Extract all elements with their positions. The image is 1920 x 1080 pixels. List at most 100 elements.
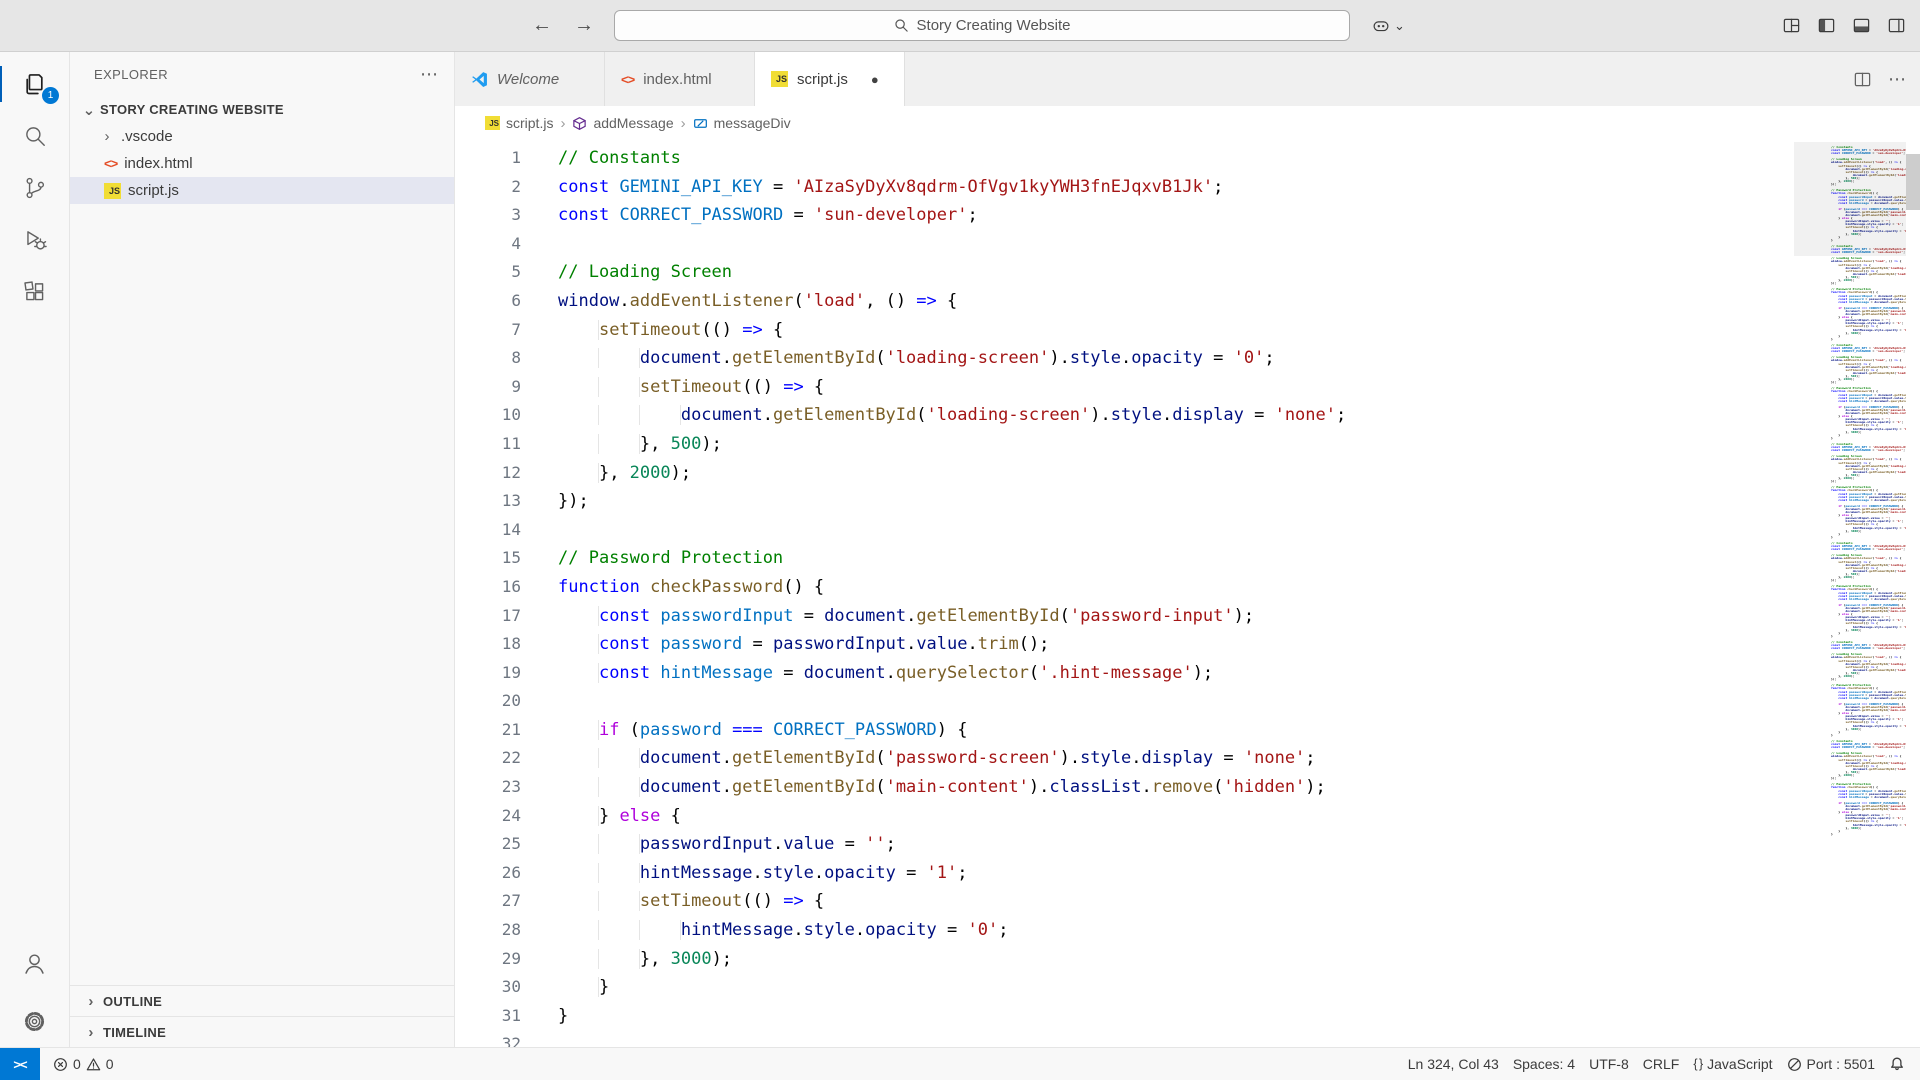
line-number: 14 <box>455 516 521 545</box>
tree-item-vscode-folder[interactable]: › .vscode <box>70 123 454 150</box>
explorer-actions-icon[interactable]: ⋯ <box>420 64 438 85</box>
scrollbar-thumb[interactable] <box>1906 154 1920 210</box>
chevron-right-icon: › <box>100 128 114 145</box>
code-line[interactable]: 23 document.getElementById('main-content… <box>455 773 1790 802</box>
code-line[interactable]: 25 passwordInput.value = ''; <box>455 830 1790 859</box>
tab-script-js[interactable]: JS script.js ● <box>755 52 905 106</box>
code-line[interactable]: 16function checkPassword() { <box>455 573 1790 602</box>
copilot-menu[interactable]: ⌄ <box>1370 15 1405 37</box>
code-line[interactable]: 1// Constants <box>455 144 1790 173</box>
breadcrumb-file[interactable]: JS script.js <box>485 115 553 131</box>
code-line[interactable]: 7 setTimeout(() => { <box>455 316 1790 345</box>
code-line[interactable]: 32 <box>455 1030 1790 1047</box>
toggle-secondary-sidebar-icon[interactable] <box>1887 16 1906 35</box>
code-line[interactable]: 17 const passwordInput = document.getEle… <box>455 602 1790 631</box>
code-line[interactable]: 26 hintMessage.style.opacity = '1'; <box>455 859 1790 888</box>
minimap-slider[interactable] <box>1794 142 1906 256</box>
code-line[interactable]: 20 <box>455 687 1790 716</box>
activity-run-debug[interactable] <box>0 214 69 266</box>
line-number: 23 <box>455 773 521 802</box>
activity-source-control[interactable] <box>0 162 69 214</box>
language-indicator[interactable]: { } JavaScript <box>1686 1048 1779 1080</box>
code-line[interactable]: 15// Password Protection <box>455 544 1790 573</box>
project-root-row[interactable]: ⌄ STORY CREATING WEBSITE <box>70 96 454 123</box>
more-actions-icon[interactable]: ⋯ <box>1888 69 1906 90</box>
line-number: 7 <box>455 316 521 345</box>
encoding-indicator[interactable]: UTF-8 <box>1582 1048 1636 1080</box>
code-line[interactable]: 6window.addEventListener('load', () => { <box>455 287 1790 316</box>
tab-welcome[interactable]: Welcome <box>455 52 605 106</box>
activity-search[interactable] <box>0 110 69 162</box>
code-line[interactable]: 11 }, 500); <box>455 430 1790 459</box>
indentation-indicator[interactable]: Spaces: 4 <box>1506 1048 1582 1080</box>
title-bar: ← → Story Creating Website ⌄ <box>0 0 1920 52</box>
outline-label: OUTLINE <box>103 994 162 1009</box>
code-line[interactable]: 31} <box>455 1002 1790 1031</box>
gear-icon <box>21 1008 48 1035</box>
code-line[interactable]: 10 document.getElementById('loading-scre… <box>455 401 1790 430</box>
js-file-icon: JS <box>104 183 121 199</box>
forward-icon[interactable]: → <box>570 14 598 37</box>
code-line[interactable]: 24 } else { <box>455 802 1790 831</box>
remote-indicator[interactable]: >< <box>0 1048 40 1080</box>
split-editor-icon[interactable] <box>1853 70 1872 89</box>
code-line[interactable]: 2const GEMINI_API_KEY = 'AIzaSyDyXv8qdrm… <box>455 173 1790 202</box>
command-center-search[interactable]: Story Creating Website <box>614 10 1350 41</box>
code-line[interactable]: 18 const password = passwordInput.value.… <box>455 630 1790 659</box>
back-icon[interactable]: ← <box>528 14 556 37</box>
code-line[interactable]: 30 } <box>455 973 1790 1002</box>
line-number: 12 <box>455 459 521 488</box>
activity-extensions[interactable] <box>0 266 69 318</box>
code-line[interactable]: 21 if (password === CORRECT_PASSWORD) { <box>455 716 1790 745</box>
tab-index-html[interactable]: <> index.html <box>605 52 755 106</box>
code-line[interactable]: 22 document.getElementById('password-scr… <box>455 744 1790 773</box>
timeline-label: TIMELINE <box>103 1025 166 1040</box>
error-icon <box>53 1057 68 1072</box>
code-line[interactable]: 13}); <box>455 487 1790 516</box>
tree-item-script-js[interactable]: JS script.js <box>70 177 454 204</box>
breadcrumb-symbol-messageDiv[interactable]: messageDiv <box>693 115 791 131</box>
line-number: 18 <box>455 630 521 659</box>
code-line[interactable]: 14 <box>455 516 1790 545</box>
vertical-scrollbar[interactable] <box>1906 140 1920 1047</box>
code-area[interactable]: 1// Constants2const GEMINI_API_KEY = 'AI… <box>455 140 1790 1047</box>
warning-count: 0 <box>106 1056 114 1072</box>
chevron-right-icon: › <box>560 115 565 132</box>
code-line[interactable]: 12 }, 2000); <box>455 459 1790 488</box>
layout-controls <box>1782 16 1906 35</box>
code-line[interactable]: 8 document.getElementById('loading-scree… <box>455 344 1790 373</box>
cursor-position[interactable]: Ln 324, Col 43 <box>1401 1048 1506 1080</box>
code-line[interactable]: 9 setTimeout(() => { <box>455 373 1790 402</box>
code-line[interactable]: 27 setTimeout(() => { <box>455 887 1790 916</box>
outline-section[interactable]: › OUTLINE <box>70 985 454 1016</box>
line-number: 3 <box>455 201 521 230</box>
code-line[interactable]: 4 <box>455 230 1790 259</box>
tree-item-index-html[interactable]: <> index.html <box>70 150 454 177</box>
toggle-panel-icon[interactable] <box>1852 16 1871 35</box>
breadcrumb-symbol-addMessage[interactable]: addMessage <box>572 115 673 131</box>
line-number: 30 <box>455 973 521 1002</box>
line-number: 11 <box>455 430 521 459</box>
code-line[interactable]: 29 }, 3000); <box>455 945 1790 974</box>
timeline-section[interactable]: › TIMELINE <box>70 1016 454 1047</box>
editor-actions: ⋯ <box>1853 52 1906 106</box>
line-number: 9 <box>455 373 521 402</box>
activity-account[interactable] <box>0 937 69 989</box>
html-file-icon: <> <box>104 156 117 171</box>
activity-explorer[interactable]: 1 <box>0 58 69 110</box>
eol-indicator[interactable]: CRLF <box>1636 1048 1687 1080</box>
activity-settings[interactable] <box>0 995 69 1047</box>
code-line[interactable]: 5// Loading Screen <box>455 258 1790 287</box>
code-line[interactable]: 3const CORRECT_PASSWORD = 'sun-developer… <box>455 201 1790 230</box>
file-label: script.js <box>128 182 179 199</box>
notifications-bell[interactable] <box>1882 1048 1912 1080</box>
breadcrumb-label: addMessage <box>593 115 673 131</box>
live-server-port[interactable]: Port : 5501 <box>1780 1048 1883 1080</box>
code-line[interactable]: 28 hintMessage.style.opacity = '0'; <box>455 916 1790 945</box>
code-line[interactable]: 19 const hintMessage = document.querySel… <box>455 659 1790 688</box>
debug-icon <box>22 227 48 253</box>
modified-dot-icon[interactable]: ● <box>871 72 879 87</box>
problems-indicator[interactable]: 0 0 <box>46 1048 121 1080</box>
toggle-primary-sidebar-icon[interactable] <box>1817 16 1836 35</box>
customize-layout-icon[interactable] <box>1782 16 1801 35</box>
